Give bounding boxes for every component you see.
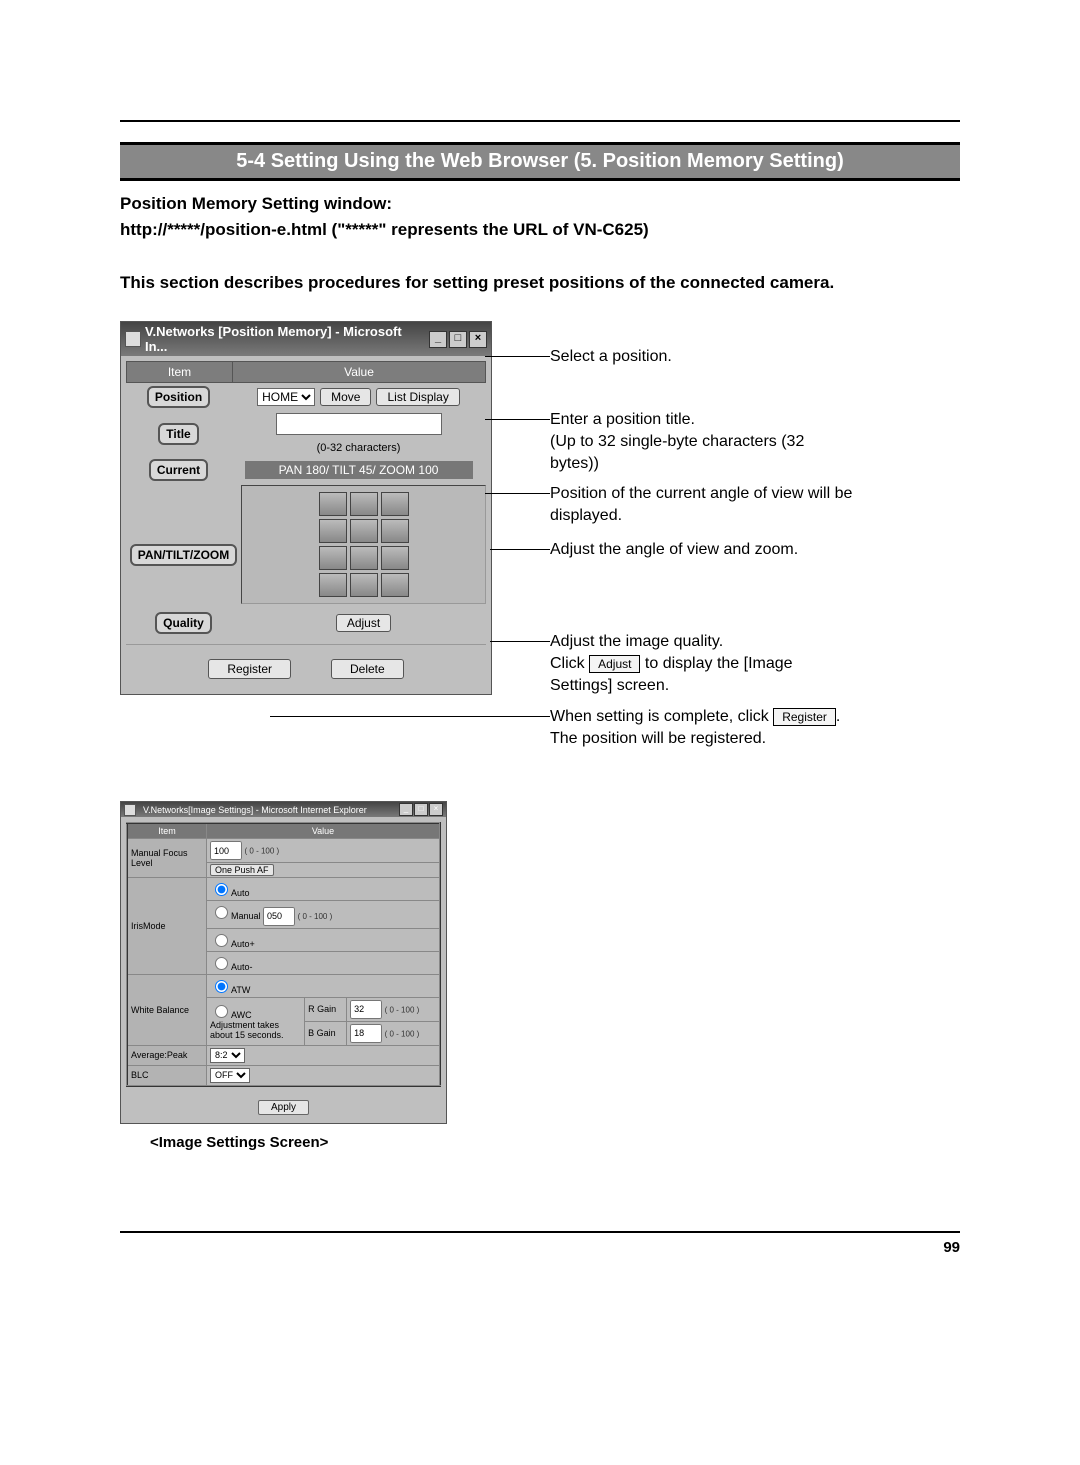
minimize-button[interactable]: _ [399,803,413,816]
titlebar2: V.Networks[Image Settings] - Microsoft I… [121,802,446,817]
ptz-keypad [241,485,486,604]
ptz-key[interactable] [350,492,378,516]
iris-manual-input[interactable] [263,907,295,926]
intro-line3: This section describes procedures for se… [120,273,834,292]
maximize-button[interactable]: □ [449,331,467,348]
callout-1: Select a position. [550,346,850,368]
delete-button[interactable]: Delete [331,659,404,679]
image-settings-window: V.Networks[Image Settings] - Microsoft I… [120,801,447,1124]
col-item: Item [127,362,233,382]
intro-line1: Position Memory Setting window: [120,194,392,213]
wb-label: White Balance [127,974,207,1045]
callout-2: Enter a position title. (Up to 32 single… [550,409,850,474]
ie-icon [125,331,141,347]
avgpeak-label: Average:Peak [127,1045,207,1065]
titlebar: V.Networks [Position Memory] - Microsoft… [121,322,491,356]
intro-line2: http://*****/position-e.html ("*****" re… [120,220,649,239]
image-caption: <Image Settings Screen> [150,1134,960,1151]
ie-icon [124,804,136,816]
callout-5: Adjust the image quality. Click Adjust t… [550,631,850,696]
callout-4: Adjust the angle of view and zoom. [550,539,860,561]
wb-awc-radio[interactable] [215,1005,228,1018]
ptz-key[interactable] [350,519,378,543]
ptz-key[interactable] [381,546,409,570]
maximize-button[interactable]: □ [414,803,428,816]
callout-3: Position of the current angle of view wi… [550,483,860,526]
position-memory-window: V.Networks [Position Memory] - Microsoft… [120,321,492,695]
ptz-key[interactable] [350,573,378,597]
intro-text: Position Memory Setting window: http://*… [120,191,960,296]
title-input[interactable] [276,413,442,435]
inline-adjust-button: Adjust [589,655,640,673]
quality-label: Quality [155,612,212,634]
mfl-input[interactable] [210,841,242,860]
iris-manual-radio[interactable] [215,906,228,919]
iris-autominus-radio[interactable] [215,957,228,970]
section-header: 5-4 Setting Using the Web Browser (5. Po… [120,142,960,181]
list-display-button[interactable]: List Display [376,388,459,406]
window-title: V.Networks [Position Memory] - Microsoft… [145,324,427,354]
onepush-af-button[interactable]: One Push AF [210,864,274,876]
ptz-key[interactable] [350,546,378,570]
apply-button[interactable]: Apply [258,1100,309,1115]
page-number: 99 [943,1239,960,1256]
callout-6: When setting is complete, click Register… [550,706,870,749]
rgain-input[interactable] [350,1000,382,1019]
register-button[interactable]: Register [208,659,291,679]
rgain-label: R Gain [305,997,347,1021]
blc-label: BLC [127,1065,207,1086]
col-value: Value [233,362,485,382]
position-select[interactable]: HOME [257,388,315,406]
minimize-button[interactable]: _ [429,331,447,348]
ptz-key[interactable] [381,573,409,597]
ptz-key[interactable] [319,573,347,597]
move-button[interactable]: Move [320,388,371,406]
iris-label: IrisMode [127,878,207,975]
blc-select[interactable]: OFF [210,1068,250,1083]
current-label: Current [149,459,208,481]
position-label: Position [147,386,210,408]
ptz-key[interactable] [381,492,409,516]
close-button[interactable]: × [429,803,443,816]
w2-col-value: Value [207,823,441,839]
ptz-label: PAN/TILT/ZOOM [130,544,238,566]
w2-col-item: Item [127,823,207,839]
ptz-key[interactable] [381,519,409,543]
ptz-key[interactable] [319,492,347,516]
ptz-key[interactable] [319,546,347,570]
char-note: (0-32 characters) [317,442,401,454]
iris-auto-radio[interactable] [215,883,228,896]
bgain-label: B Gain [305,1021,347,1045]
current-value: PAN 180/ TILT 45/ ZOOM 100 [245,461,473,479]
inline-register-button: Register [773,708,836,726]
avgpeak-select[interactable]: 8:2 [210,1048,245,1063]
ptz-key[interactable] [319,519,347,543]
bgain-input[interactable] [350,1024,382,1043]
title-label: Title [158,423,198,445]
wb-atw-radio[interactable] [215,980,228,993]
window2-title: V.Networks[Image Settings] - Microsoft I… [143,805,398,815]
mfl-label: Manual Focus Level [127,839,207,878]
adjust-button[interactable]: Adjust [336,614,391,632]
iris-autoplus-radio[interactable] [215,934,228,947]
close-button[interactable]: × [469,331,487,348]
